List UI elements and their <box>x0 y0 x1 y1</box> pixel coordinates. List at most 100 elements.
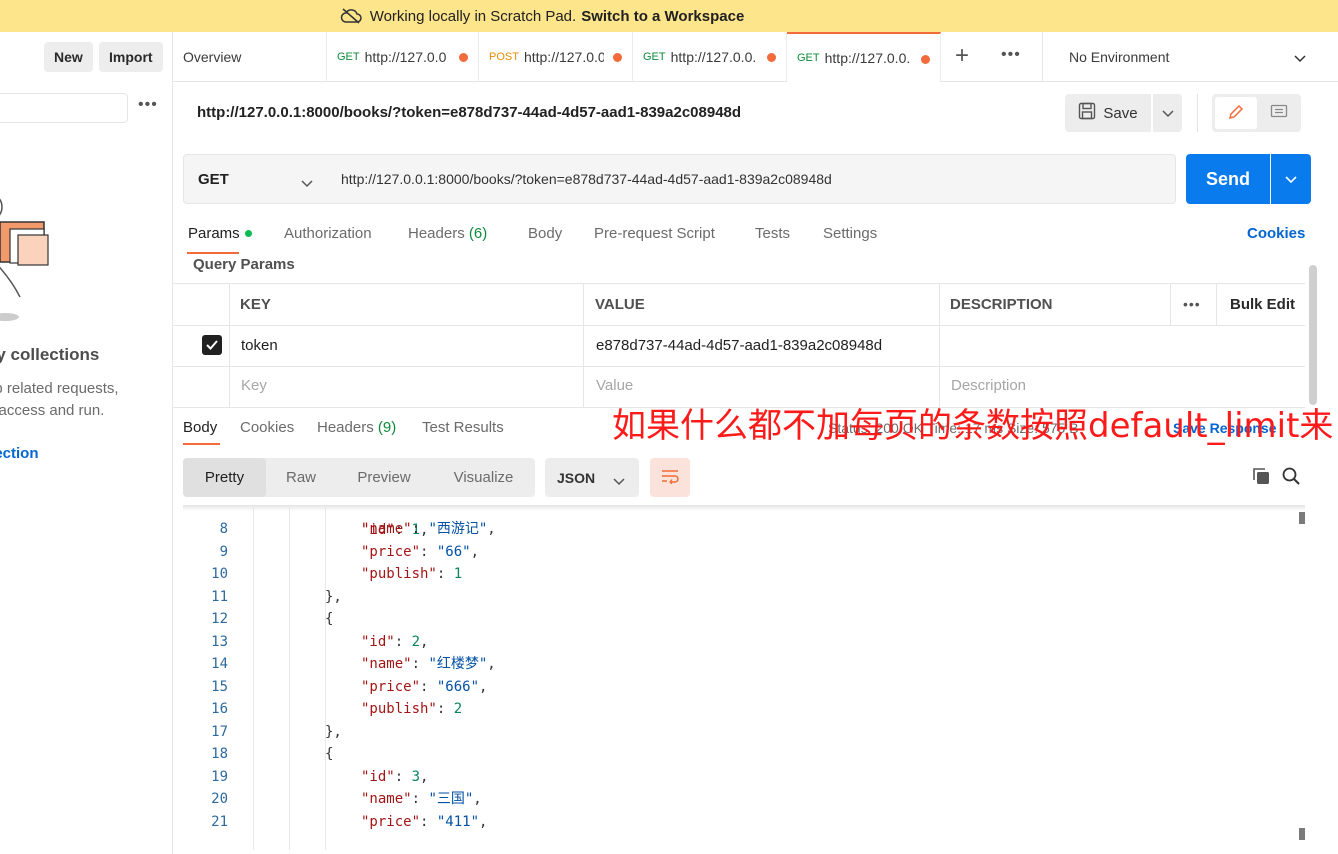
code-text: }, <box>325 723 342 740</box>
copy-icon[interactable] <box>1251 466 1271 489</box>
unsaved-dot-icon <box>613 53 622 62</box>
param-value-cell[interactable]: e878d737-44ad-4d57-aad1-839a2c08948d <box>596 337 882 354</box>
tab-request-active[interactable]: GET http://127.0.0. <box>787 32 941 82</box>
column-header-description: DESCRIPTION <box>950 296 1053 313</box>
wrap-lines-button[interactable] <box>650 458 690 497</box>
tab-authorization[interactable]: Authorization <box>284 225 372 242</box>
url-input[interactable]: http://127.0.0.1:8000/books/?token=e878d… <box>327 154 1176 204</box>
code-line: 21 "price": "411", <box>183 811 1283 833</box>
code-text: "name": "西游记", <box>361 521 496 537</box>
headers-count: (6) <box>468 225 488 242</box>
table-border <box>1216 283 1217 325</box>
create-collection-link[interactable]: llection <box>0 445 39 462</box>
request-tab-bar: Overview GET http://127.0.0 POST http://… <box>173 32 1338 82</box>
tab-request-1[interactable]: GET http://127.0.0 <box>327 32 479 82</box>
line-number: 14 <box>211 656 228 672</box>
tab-params[interactable]: Params <box>188 225 252 242</box>
code-scrollbar-bottom[interactable] <box>1299 828 1305 840</box>
response-tab-headers[interactable]: Headers (9) <box>317 419 396 436</box>
line-number: 20 <box>211 791 228 807</box>
tab-headers-label: Headers <box>408 225 465 242</box>
sidebar-more-icon[interactable]: ••• <box>138 96 158 114</box>
code-text: "publish": 1 <box>361 566 463 582</box>
send-options-button[interactable] <box>1271 154 1311 204</box>
line-number: 9 <box>219 543 228 560</box>
view-preview[interactable]: Preview <box>336 458 432 497</box>
new-param-key-input[interactable]: Key <box>241 377 267 394</box>
tab-tests[interactable]: Tests <box>755 225 790 242</box>
panel-scrollbar[interactable] <box>1309 265 1317 405</box>
line-number: 15 <box>211 678 228 695</box>
response-body-code[interactable]: "id": 1, 8 "name": "西游记", 9 "price": "66", 1… <box>183 508 1293 850</box>
column-options-icon[interactable]: ••• <box>1183 296 1201 312</box>
send-button[interactable]: Send <box>1186 154 1270 204</box>
edit-mode-button[interactable] <box>1215 97 1257 129</box>
comments-button[interactable] <box>1260 97 1298 129</box>
tab-headers[interactable]: Headers (6) <box>408 225 487 242</box>
code-line: 10 "publish": 1 <box>183 563 1283 585</box>
request-title[interactable]: http://127.0.0.1:8000/books/?token=e878d… <box>197 104 741 121</box>
new-param-value-input[interactable]: Value <box>596 377 633 394</box>
save-options-button[interactable] <box>1153 94 1182 132</box>
new-button[interactable]: New <box>44 42 93 72</box>
param-key-cell[interactable]: token <box>241 337 278 354</box>
param-enabled-checkbox[interactable] <box>202 335 222 355</box>
bulk-edit-button[interactable]: Bulk Edit <box>1230 296 1295 313</box>
method-select[interactable]: GET <box>183 154 328 204</box>
empty-collections-text-2: o access and run. <box>0 402 105 419</box>
code-scrollbar-top[interactable] <box>1299 512 1305 524</box>
line-number: 19 <box>211 768 228 785</box>
tab-method: GET <box>643 51 666 63</box>
view-pretty[interactable]: Pretty <box>183 458 266 497</box>
line-number: 18 <box>211 746 228 762</box>
tab-overview[interactable]: Overview <box>173 32 327 82</box>
tab-body[interactable]: Body <box>528 225 562 242</box>
environment-label: No Environment <box>1069 49 1170 65</box>
code-text: "price": "66", <box>361 543 480 560</box>
code-line: 8 "name": "西游记", <box>183 518 1283 540</box>
environment-select[interactable]: No Environment <box>1042 32 1338 82</box>
tab-request-2[interactable]: POST http://127.0.0 <box>479 32 633 82</box>
import-button[interactable]: Import <box>99 42 163 72</box>
format-select[interactable]: JSON <box>545 458 639 497</box>
tab-label: http://127.0.0. <box>824 50 911 66</box>
save-button[interactable]: Save <box>1065 94 1151 132</box>
save-icon <box>1078 102 1096 124</box>
divider <box>1197 94 1198 132</box>
table-border <box>229 283 230 408</box>
empty-collections-title: ny collections <box>0 345 100 364</box>
tab-method: GET <box>797 52 820 64</box>
tab-method: GET <box>337 51 360 63</box>
view-visualize[interactable]: Visualize <box>432 458 535 497</box>
table-border <box>173 283 1305 284</box>
code-line: 12 { <box>183 608 1283 630</box>
query-params-label: Query Params <box>193 256 295 273</box>
active-tab-underline <box>187 252 239 254</box>
new-tab-plus-icon[interactable]: + <box>955 44 969 68</box>
line-number: 10 <box>211 566 228 582</box>
sidebar-search-input[interactable] <box>0 93 128 123</box>
code-line: 19 "id": 3, <box>183 766 1283 788</box>
sidebar: New Import ••• ny collections up related… <box>0 32 173 854</box>
query-params-table: KEY VALUE DESCRIPTION ••• Bulk Edit toke… <box>173 283 1305 408</box>
view-raw[interactable]: Raw <box>266 458 336 497</box>
response-tab-body[interactable]: Body <box>183 419 217 436</box>
code-text: "publish": 2 <box>361 701 463 717</box>
response-tab-cookies[interactable]: Cookies <box>240 419 294 436</box>
tab-prerequest-script[interactable]: Pre-request Script <box>594 225 715 242</box>
tab-method: POST <box>489 51 519 63</box>
new-param-description-input[interactable]: Description <box>951 377 1026 394</box>
switch-workspace-link[interactable]: Switch to a Workspace <box>581 8 744 25</box>
tab-settings[interactable]: Settings <box>823 225 877 242</box>
chevron-down-icon <box>1285 171 1297 187</box>
response-tab-test-results[interactable]: Test Results <box>422 419 504 436</box>
line-number: 11 <box>211 588 228 605</box>
empty-collections-text-1: up related requests, <box>0 380 119 397</box>
tab-params-label: Params <box>188 225 240 242</box>
line-number: 8 <box>219 521 228 537</box>
tab-request-3[interactable]: GET http://127.0.0. <box>633 32 787 82</box>
cookies-link[interactable]: Cookies <box>1247 225 1305 242</box>
code-text: { <box>325 746 334 762</box>
search-icon[interactable] <box>1281 466 1301 489</box>
tab-more-icon[interactable]: ••• <box>1001 46 1021 64</box>
